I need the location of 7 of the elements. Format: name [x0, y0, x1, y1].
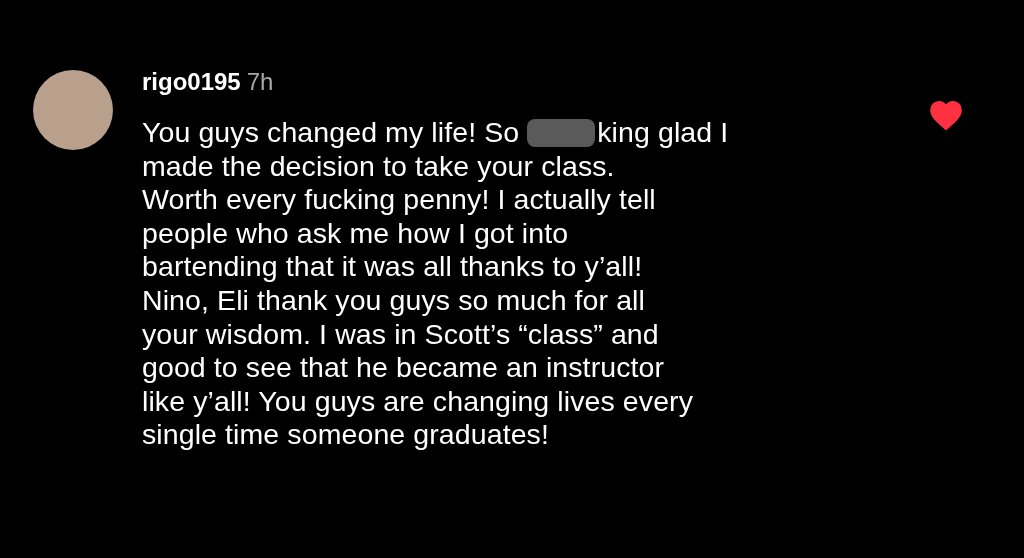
username[interactable]: rigo0195 [142, 68, 241, 96]
comment-text: made the decision to take your class. Worth every fucking penny! I actually tell people who ask me how I got into bartending that it was all thanks to y’all! Nino, Eli thank you guys so much for all your wisdom. I was in Scott’s “class” and good to see that he became an instructor like y’all! You guys are changing lives every single time someone graduates! [142, 149, 694, 452]
comment-text: king glad I [597, 116, 729, 150]
comment-time: 7h [246, 68, 274, 96]
comment-text: You guys changed my life! So [142, 116, 520, 150]
blur-mark [527, 118, 596, 147]
heart-icon[interactable] [930, 101, 962, 130]
